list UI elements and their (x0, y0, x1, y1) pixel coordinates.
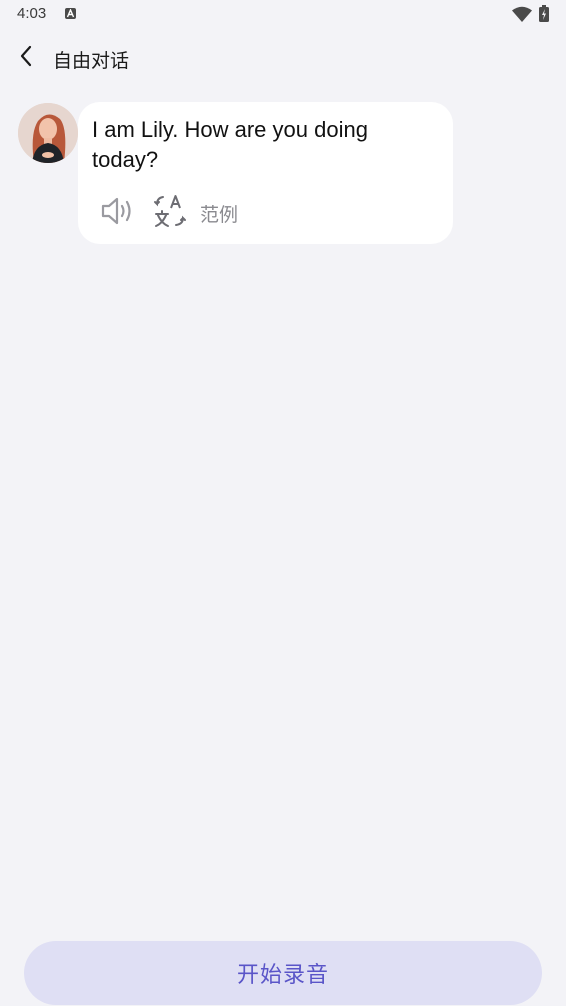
message-text: I am Lily. How are you doing today? (92, 117, 368, 172)
battery-charging-icon (539, 5, 549, 26)
status-bar: 4:03 (0, 0, 566, 28)
header: 自由对话 (0, 36, 566, 80)
chevron-left-icon (19, 45, 33, 71)
avatar (18, 103, 78, 163)
message-bubble: I am Lily. How are you doing today? 范例 (78, 102, 453, 244)
page-title: 自由对话 (53, 50, 130, 72)
speaker-icon (100, 196, 136, 230)
translate-button[interactable] (153, 194, 187, 232)
text-a-icon (65, 8, 76, 19)
play-audio-button[interactable] (100, 196, 136, 230)
back-button[interactable] (10, 42, 42, 74)
status-time: 4:03 (17, 5, 47, 22)
translate-icon (153, 194, 187, 232)
wifi-icon (512, 6, 532, 26)
example-button[interactable]: 范例 (200, 200, 238, 227)
message-actions: 范例 (100, 194, 238, 232)
record-label: 开始录音 (236, 963, 329, 988)
start-recording-button[interactable]: 开始录音 (24, 941, 542, 1005)
